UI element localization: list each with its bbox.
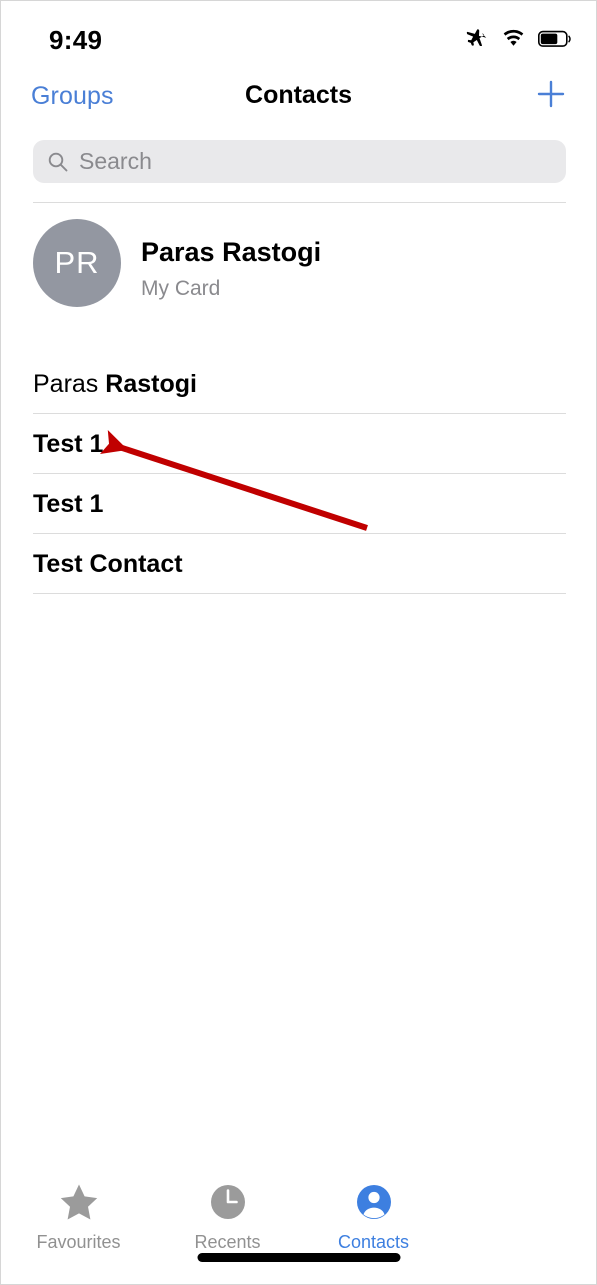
tab-bar: Favourites Recents Contacts [1,1159,596,1284]
star-icon [60,1184,97,1220]
status-bar-time: 9:49 [49,25,103,55]
airplane-mode-icon [466,29,487,47]
search-icon [48,152,68,171]
navigation-bar: Groups Contacts [1,79,596,131]
my-card-row[interactable]: PR Paras Rastogi My Card [33,219,566,311]
separator [33,593,566,594]
separator [33,202,566,203]
annotation-arrow [99,430,368,531]
tab-label: Contacts [337,1232,410,1252]
tab-favourites[interactable]: Favourites [4,1181,153,1253]
contact-last-name: Test Contact [33,549,183,578]
contact-row[interactable]: Test 1 [33,414,566,474]
contact-row[interactable]: Paras Rastogi [33,354,566,414]
tab-recents[interactable]: Recents [153,1181,302,1253]
contact-row[interactable]: Test Contact [33,534,566,594]
contact-name: Paras Rastogi [33,370,197,399]
iphone-contacts-screen: 9:49 Groups Contacts Search PR Paras Ras… [0,0,597,1285]
tab-label: Favourites [36,1232,121,1252]
clock-icon [210,1185,245,1219]
my-card-subtitle: My Card [141,277,221,300]
plus-icon [537,80,565,108]
tab-contacts[interactable]: Contacts [299,1181,448,1253]
contact-name: Test 1 [33,430,103,459]
contact-last-name: Test 1 [33,489,104,518]
status-bar: 9:49 [1,1,596,71]
my-card-name: Paras Rastogi [141,237,322,267]
avatar: PR [33,219,121,307]
contact-first-name: Paras [33,369,106,398]
tab-label: Recents [194,1232,261,1252]
home-indicator [197,1253,400,1262]
contact-name: Test Contact [33,550,183,579]
page-title: Contacts [245,81,352,109]
contact-row[interactable]: Test 1 [33,474,566,534]
add-contact-button[interactable] [534,77,568,111]
avatar-initials: PR [54,245,100,280]
wifi-icon [503,29,524,46]
contact-last-name: Test 1 [33,429,104,458]
battery-icon [538,30,571,47]
search-placeholder: Search [79,148,152,174]
contact-last-name: Rastogi [105,369,197,398]
status-bar-icons [465,27,572,51]
search-input[interactable]: Search [33,140,566,183]
person-circle-icon [356,1185,391,1219]
contact-name: Test 1 [33,490,103,519]
